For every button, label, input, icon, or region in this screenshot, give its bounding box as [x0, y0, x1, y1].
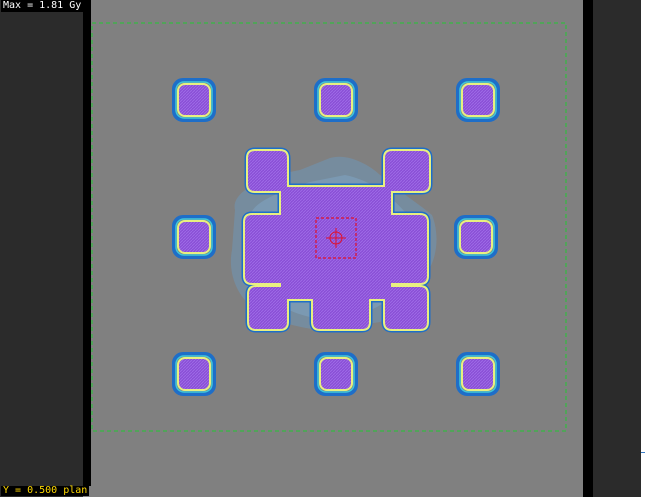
- dose-spot-bottom-center: [314, 352, 358, 396]
- max-dose-label: Max = 1.81 Gy: [1, 0, 84, 12]
- dose-spot-bottom-right: [456, 352, 500, 396]
- dose-spot-top-right: [456, 78, 500, 122]
- dose-spot-mid-left: [172, 215, 216, 259]
- dose-spot-mid-right: [454, 215, 498, 259]
- slice-position-label: Y = 0.500 plan: [1, 485, 90, 496]
- edge-tick-mark: [641, 452, 645, 453]
- dose-overlay: [91, 22, 567, 432]
- dose-spot-bottom-left: [172, 352, 216, 396]
- dose-spot-top-center: [314, 78, 358, 122]
- dose-spot-top-left: [172, 78, 216, 122]
- dose-viewer-canvas[interactable]: Max = 1.81 Gy Y = 0.500 plan: [0, 0, 641, 497]
